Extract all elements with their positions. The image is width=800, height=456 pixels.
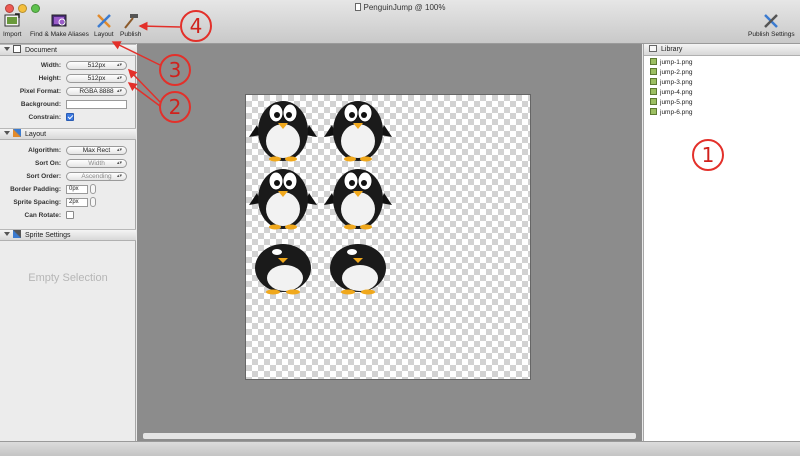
callout-4: 4 — [180, 10, 212, 42]
callout-2: 2 — [159, 91, 191, 123]
callout-1: 1 — [692, 139, 724, 171]
annotation-arrows — [111, 21, 181, 107]
callout-arrow — [138, 21, 181, 31]
callout-arrow — [111, 41, 161, 66]
callout-3: 3 — [159, 54, 191, 86]
